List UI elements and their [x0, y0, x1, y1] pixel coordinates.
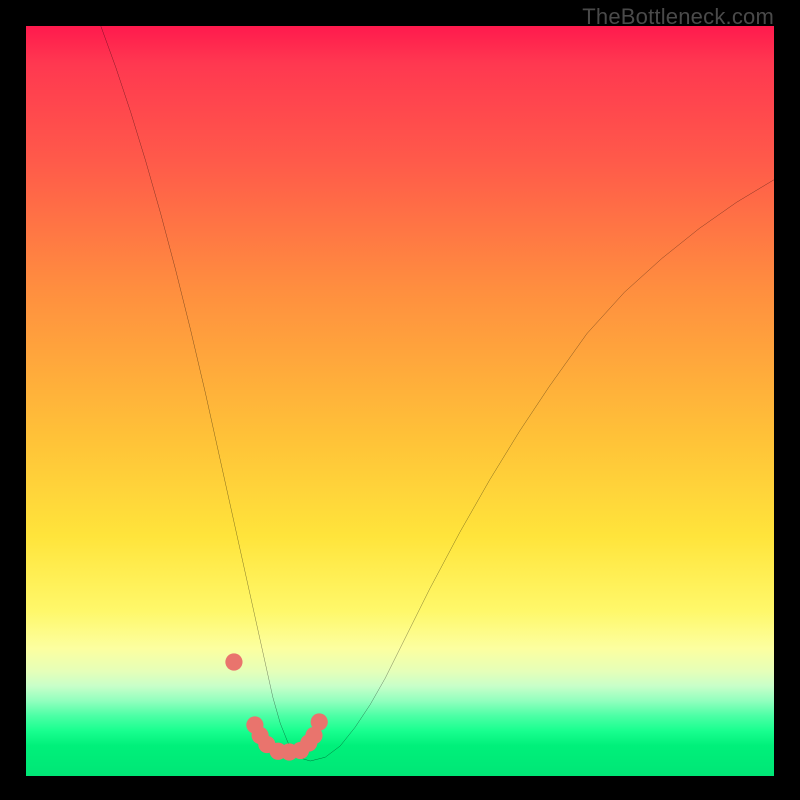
marker-dot — [225, 653, 242, 670]
curve-path — [101, 26, 774, 761]
curve-line — [101, 26, 774, 761]
marker-dot — [311, 713, 328, 730]
chart-area — [26, 26, 774, 776]
plot-svg — [26, 26, 774, 776]
watermark-text: TheBottleneck.com — [582, 4, 774, 30]
data-markers — [225, 653, 327, 760]
